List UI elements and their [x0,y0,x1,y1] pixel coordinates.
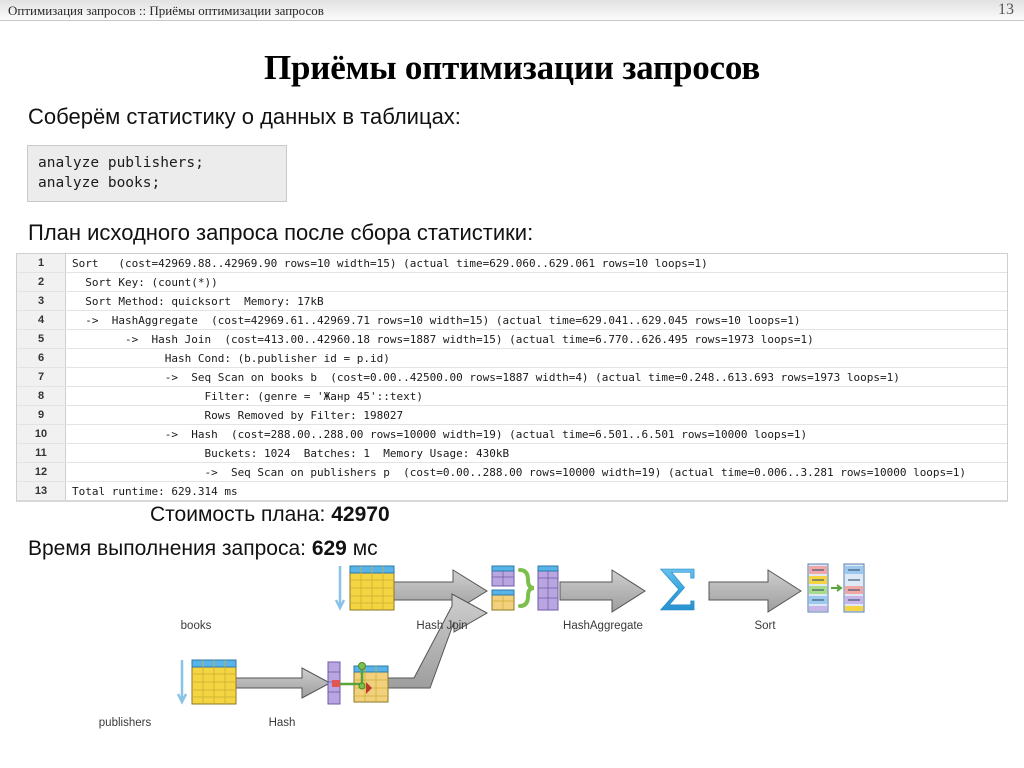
arrow-hashjoin-to-hashaggregate [559,569,646,613]
execution-plan-diagram: Σ books Hash Join HashAggregate Sort pub… [0,559,1024,768]
plan-line-text: -> Seq Scan on publishers p (cost=0.00..… [65,462,1007,482]
plan-line-text: Buckets: 1024 Batches: 1 Memory Usage: 4… [65,443,1007,463]
plan-line-number: 1 [17,254,66,273]
sort-icon [807,563,865,613]
plan-line-text: Sort Method: quicksort Memory: 17kB [65,291,1007,311]
lead-text-plan: План исходного запроса после сбора стати… [28,220,534,245]
table-row: 6 Hash Cond: (b.publisher id = p.id) [17,348,1007,368]
lead-text-statistics: Соберём статистику о данных в таблицах: [28,104,461,129]
plan-line-text: -> Hash (cost=288.00..288.00 rows=10000 … [65,424,1007,444]
diagram-label-hashjoin: Hash Join [416,620,468,632]
table-row: 7 -> Seq Scan on books b (cost=0.00..425… [17,367,1007,387]
plan-line-number: 13 [17,481,66,500]
page-number: 13 [998,1,1014,18]
table-row: 5 -> Hash Join (cost=413.00..42960.18 ro… [17,329,1007,349]
diagram-label-hash: Hash [268,717,296,729]
page-title: Приёмы оптимизации запросов [263,48,761,87]
diagram-label-books: books [180,620,212,632]
plan-line-text: Sort Key: (count(*)) [65,272,1007,292]
plan-line-text: Sort (cost=42969.88..42969.90 rows=10 wi… [65,254,1007,273]
plan-line-text: Hash Cond: (b.publisher id = p.id) [65,348,1007,368]
plan-line-number: 10 [17,424,66,444]
diagram-label-sort: Sort [754,620,776,632]
plan-line-number: 11 [17,443,66,463]
hash-join-icon [491,565,559,611]
table-row: 2 Sort Key: (count(*)) [17,272,1007,292]
plan-cost-label: Стоимость плана: [150,503,326,526]
header-bar: Оптимизация запросов :: Приёмы оптимизац… [0,0,1024,21]
diagram-label-publishers: publishers [98,717,152,729]
arrow-hashaggregate-to-sort [708,569,802,613]
plan-line-number: 6 [17,348,66,368]
publishers-table-icon [176,659,237,705]
slide-root: Оптимизация запросов :: Приёмы оптимизац… [0,0,1024,768]
table-row: 13 Total runtime: 629.314 ms [17,481,1007,500]
diagram-svg: Σ [176,559,865,705]
plan-line-number: 7 [17,367,66,387]
table-row: 10 -> Hash (cost=288.00..288.00 rows=100… [17,424,1007,444]
table-row: 4 -> HashAggregate (cost=42969.61..42969… [17,310,1007,330]
plan-cost-value: 42970 [331,503,390,526]
plan-table: 1 Sort (cost=42969.88..42969.90 rows=10 w… [17,254,1007,500]
plan-line-text: Total runtime: 629.314 ms [72,484,238,498]
exec-time-label: Время выполнения запроса: [28,537,306,560]
plan-line-text: -> Seq Scan on books b (cost=0.00..42500… [65,367,1007,387]
plan-line-number: 12 [17,462,66,482]
arrow-publishers-to-hash [227,667,332,699]
exec-time-line: Время выполнения запроса: 629 мс [28,537,378,561]
sql-code-block: analyze publishers; analyze books; [27,145,287,202]
table-row: 11 Buckets: 1024 Batches: 1 Memory Usage… [17,443,1007,463]
plan-cost-line: Стоимость плана: 42970 [150,503,390,527]
plan-line-text: Filter: (genre = 'Жанр 45'::text) [65,386,1007,406]
plan-line-number: 2 [17,272,66,292]
plan-line-number: 3 [17,291,66,311]
exec-time-value: 629 [311,537,347,560]
query-plan-table: 1 Sort (cost=42969.88..42969.90 rows=10 w… [16,253,1008,502]
svg-text:Σ: Σ [658,560,698,624]
plan-line-text: -> HashAggregate (cost=42969.61..42969.7… [65,310,1007,330]
books-table-icon [334,565,395,611]
table-row: 1 Sort (cost=42969.88..42969.90 rows=10 w… [17,254,1007,273]
diagram-label-hashaggregate: HashAggregate [563,620,643,632]
table-row: 9 Rows Removed by Filter: 198027 [17,405,1007,425]
plan-line-number: 4 [17,310,66,330]
plan-line-number: 9 [17,405,66,425]
arrow-hash-to-hashjoin [385,593,489,689]
plan-line-text: Rows Removed by Filter: 198027 [65,405,1007,425]
table-row: 8 Filter: (genre = 'Жанр 45'::text) [17,386,1007,406]
plan-line-number: 5 [17,329,66,349]
table-row: 3 Sort Method: quicksort Memory: 17kB [17,291,1007,311]
plan-line-text: -> Hash Join (cost=413.00..42960.18 rows… [65,329,1007,349]
hash-aggregate-sigma-icon: Σ [658,559,698,625]
plan-line-number: 8 [17,386,66,406]
hash-icon [327,661,389,705]
breadcrumb: Оптимизация запросов :: Приёмы оптимизац… [8,3,324,18]
exec-time-unit: мс [352,537,378,560]
table-row: 12 -> Seq Scan on publishers p (cost=0.0… [17,462,1007,482]
